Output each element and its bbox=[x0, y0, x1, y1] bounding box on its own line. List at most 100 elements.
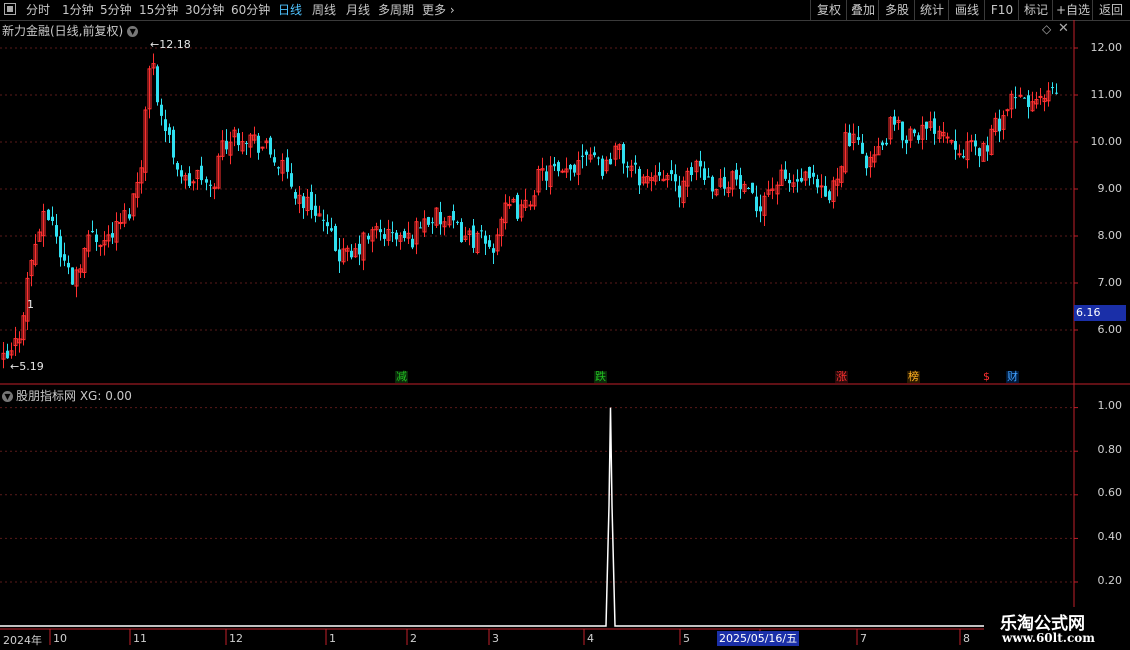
candle-body-down bbox=[755, 196, 758, 212]
indicator-tick: 0.60 bbox=[1097, 486, 1123, 499]
candle-body-down bbox=[703, 168, 706, 181]
candle-body-down bbox=[200, 165, 203, 181]
candle-body-down bbox=[609, 158, 612, 165]
candle-body-down bbox=[751, 182, 754, 193]
stock-title: 新力金融(日线,前复权) bbox=[2, 24, 124, 38]
date-label: 3 bbox=[492, 632, 499, 645]
event-marker-finance[interactable]: 财 bbox=[1006, 371, 1019, 383]
candle-body-down bbox=[205, 179, 208, 183]
candle-body-up bbox=[969, 140, 974, 143]
candle-body-down bbox=[164, 119, 167, 131]
low-marker: ←5.19 bbox=[10, 360, 44, 373]
candle-body-down bbox=[310, 191, 313, 210]
candle-body-down bbox=[391, 232, 394, 234]
event-marker-dollar[interactable]: $ bbox=[982, 371, 991, 383]
candle-body-down bbox=[456, 221, 459, 223]
high-marker: ←12.18 bbox=[150, 38, 191, 51]
candle-body-up bbox=[260, 146, 265, 149]
candle-body-down bbox=[172, 129, 175, 158]
candle-body-down bbox=[180, 170, 183, 177]
candle-body-down bbox=[933, 118, 936, 134]
count-marker: 1 bbox=[27, 298, 34, 311]
candle-body-down bbox=[954, 141, 957, 150]
candle-body-down bbox=[59, 236, 62, 258]
candle-body-down bbox=[553, 163, 556, 167]
date-label: 2024年 bbox=[3, 634, 42, 647]
candle-body-down bbox=[516, 194, 519, 219]
candle-body-down bbox=[1055, 92, 1058, 94]
candle-body-down bbox=[294, 192, 297, 199]
date-label: 12 bbox=[229, 632, 243, 645]
candle-body-down bbox=[723, 176, 726, 189]
candle-body-down bbox=[480, 230, 483, 232]
candle-body-down bbox=[427, 217, 430, 225]
xg-indicator-line bbox=[0, 407, 1074, 627]
candle-body-down bbox=[861, 142, 864, 154]
indicator-label: 股朋指标网 XG: 0.00 bbox=[16, 389, 132, 403]
candle-body-down bbox=[334, 225, 337, 251]
candle-body-down bbox=[439, 212, 442, 225]
candle-body-down bbox=[290, 173, 293, 187]
date-label: 10 bbox=[53, 632, 67, 645]
candle-body-down bbox=[452, 211, 455, 221]
candle-body-down bbox=[338, 249, 341, 262]
candle-body-down bbox=[431, 222, 434, 224]
candle-body-down bbox=[784, 169, 787, 179]
candle-body-down bbox=[128, 214, 131, 219]
candle-body-down bbox=[581, 155, 584, 157]
chevron-down-icon[interactable]: ▼ bbox=[127, 26, 139, 37]
current-price-tag: 6.16 bbox=[1074, 305, 1126, 321]
candle-body-down bbox=[460, 222, 463, 243]
candle-body-down bbox=[905, 139, 908, 144]
candle-body-down bbox=[545, 171, 548, 181]
price-tick: 10.00 bbox=[1090, 135, 1123, 148]
candle-body-down bbox=[925, 121, 928, 129]
close-icon[interactable]: ✕ bbox=[1058, 21, 1069, 36]
candle-body-up bbox=[560, 170, 565, 173]
event-marker-fall[interactable]: 跌 bbox=[594, 371, 607, 383]
candlestick-series bbox=[1, 53, 1058, 369]
candle-body-down bbox=[901, 121, 904, 141]
indicator-tick: 0.80 bbox=[1097, 443, 1123, 456]
candle-body-up bbox=[118, 222, 123, 225]
watermark-url: www.60lt.com bbox=[1002, 631, 1095, 645]
candle-body-down bbox=[634, 162, 637, 165]
candle-body-down bbox=[557, 162, 560, 172]
event-marker-rise[interactable]: 涨 bbox=[835, 371, 848, 383]
price-tick: 12.00 bbox=[1090, 41, 1123, 54]
candle-body-down bbox=[411, 238, 414, 248]
chart-canvas[interactable] bbox=[0, 0, 1130, 650]
candle-body-down bbox=[273, 157, 276, 163]
candle-body-down bbox=[986, 145, 989, 152]
event-marker-reduce[interactable]: 减 bbox=[395, 371, 408, 383]
candle-body-down bbox=[419, 227, 422, 229]
candle-body-down bbox=[707, 176, 710, 178]
candle-body-down bbox=[269, 137, 272, 155]
candle-body-down bbox=[188, 173, 191, 186]
candle-body-down bbox=[812, 172, 815, 177]
candle-body-down bbox=[484, 235, 487, 244]
candle-body-down bbox=[63, 254, 66, 261]
price-tick: 9.00 bbox=[1097, 182, 1123, 195]
diamond-icon[interactable]: ◇ bbox=[1042, 22, 1051, 36]
candle-body-down bbox=[383, 234, 386, 239]
candle-body-down bbox=[302, 196, 305, 209]
event-marker-rank[interactable]: 榜 bbox=[907, 371, 920, 383]
candle-body-up bbox=[528, 204, 533, 207]
candle-body-down bbox=[998, 118, 1001, 132]
low-value: 5.19 bbox=[19, 360, 44, 373]
candle-body-down bbox=[91, 231, 94, 233]
candle-body-down bbox=[1051, 87, 1054, 89]
candle-body-down bbox=[699, 160, 702, 167]
candle-body-up bbox=[1038, 95, 1043, 98]
candle-body-down bbox=[156, 66, 159, 103]
candle-body-down bbox=[6, 350, 9, 359]
candle-body-down bbox=[893, 116, 896, 125]
candle-body-down bbox=[1027, 95, 1030, 108]
candle-body-down bbox=[209, 184, 212, 186]
candle-body-down bbox=[277, 167, 280, 169]
candle-body-down bbox=[569, 164, 572, 170]
chevron-down-icon[interactable]: ▼ bbox=[2, 391, 13, 402]
candle-body-down bbox=[257, 135, 260, 153]
date-label: 4 bbox=[587, 632, 594, 645]
